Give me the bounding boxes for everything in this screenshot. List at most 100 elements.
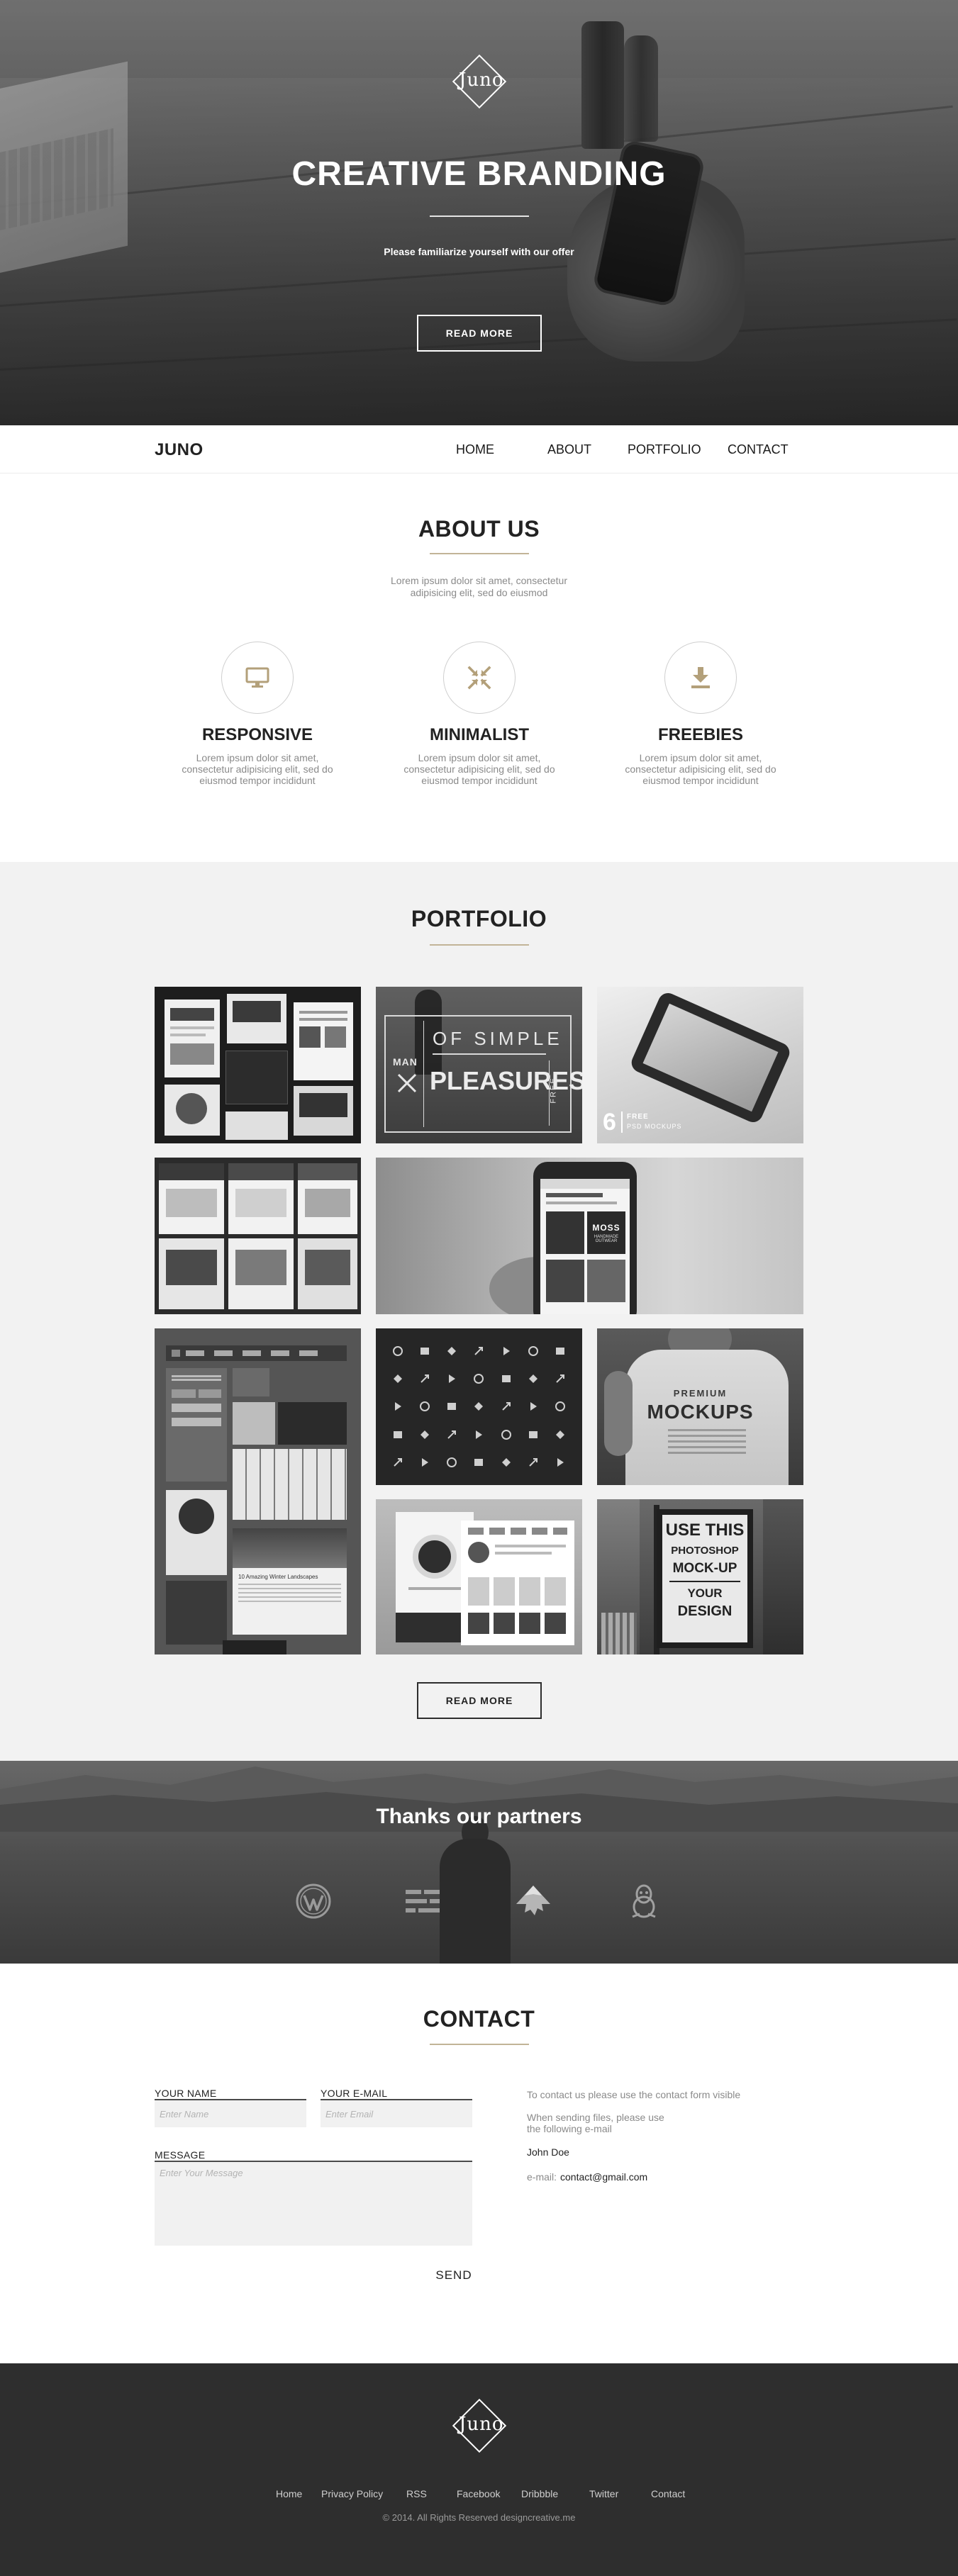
name-input[interactable] xyxy=(155,2100,306,2127)
rew-icon xyxy=(395,1402,402,1411)
portfolio-tile-icon-set[interactable] xyxy=(376,1328,582,1485)
portfolio-tile-poster-mockup[interactable]: USE THIS PHOTOSHOP MOCK-UP YOUR DESIGN xyxy=(597,1499,803,1654)
footer-link-rss[interactable]: RSS xyxy=(406,2488,427,2499)
folder-icon xyxy=(447,1346,457,1355)
portfolio-tile-site-screens[interactable] xyxy=(155,1158,361,1314)
footer-link-contact[interactable]: Contact xyxy=(651,2488,685,2499)
tile-background xyxy=(601,1613,637,1654)
contact-person: John Doe xyxy=(527,2146,569,2158)
ui-kit-element xyxy=(186,1350,328,1356)
pause-icon xyxy=(501,1402,511,1411)
partner-inkscape[interactable] xyxy=(513,1881,553,1921)
ui-kit-element xyxy=(179,1499,214,1534)
portfolio-tile-phone-mockups[interactable]: 6 FREE PSD MOCKUPS xyxy=(597,987,803,1143)
email-input[interactable] xyxy=(321,2100,472,2127)
partner-linux[interactable] xyxy=(624,1881,664,1921)
tile-free-label: FREE xyxy=(627,1113,649,1121)
mockup-page xyxy=(170,1026,214,1029)
ui-kit-element xyxy=(172,1350,180,1357)
ui-kit-element xyxy=(199,1389,221,1398)
folder-icon xyxy=(438,1337,465,1365)
send-button[interactable]: SEND xyxy=(420,2268,488,2283)
partners-person-image xyxy=(440,1839,511,1964)
feature-text: Lorem ipsum dolor sit amet, consectetur … xyxy=(625,752,776,786)
nav-link-about[interactable]: ABOUT xyxy=(547,442,628,457)
portfolio-tile-tshirt-mockup[interactable]: PREMIUM MOCKUPS xyxy=(597,1328,803,1485)
profile-page xyxy=(468,1528,567,1535)
nav-link-contact[interactable]: CONTACT xyxy=(728,442,791,457)
tile-moss-name: MOSS xyxy=(592,1223,620,1233)
hero-read-more-button[interactable]: READ MORE xyxy=(417,315,542,352)
footer-link-home[interactable]: Home xyxy=(276,2488,302,2499)
star-icon xyxy=(420,1374,430,1383)
flag-icon xyxy=(555,1430,564,1439)
feature-icon-circle xyxy=(221,642,294,714)
partner-menu-logo[interactable] xyxy=(403,1881,442,1921)
hero-section: Juno CREATIVE BRANDING Please familiariz… xyxy=(0,0,958,425)
about-intro: Lorem ipsum dolor sit amet, consectetur … xyxy=(391,575,567,598)
portfolio-tile-phone-in-hand[interactable]: MOSS HANDMADE OUTWEAR xyxy=(376,1158,803,1314)
profile-page xyxy=(495,1545,566,1547)
nav-brand[interactable]: JUNO xyxy=(155,440,204,460)
mail-icon xyxy=(449,1374,456,1384)
contact-divider xyxy=(430,2044,529,2045)
tile-phone-screen xyxy=(546,1193,603,1197)
email-label: YOUR E-MAIL xyxy=(321,2088,388,2099)
portfolio-tile-ui-kit[interactable]: 10 Amazing Winter Landscapes xyxy=(155,1328,361,1654)
list-icon xyxy=(411,1421,438,1448)
footer-link-privacy[interactable]: Privacy Policy xyxy=(321,2488,383,2499)
half-icon xyxy=(476,1430,483,1439)
about-title: ABOUT US xyxy=(418,516,540,542)
note-icon xyxy=(394,1374,403,1384)
link-icon xyxy=(528,1345,538,1356)
branch-icon xyxy=(547,1449,574,1477)
partners-title: Thanks our partners xyxy=(376,1805,582,1828)
mockup-page xyxy=(299,1011,347,1014)
contact-email-link[interactable]: contact@gmail.com xyxy=(560,2171,647,2183)
arrow-icon xyxy=(384,1337,411,1365)
footer-link-twitter[interactable]: Twitter xyxy=(589,2488,618,2499)
circle-icon xyxy=(438,1449,465,1477)
tile-man-label: MAN xyxy=(393,1056,418,1068)
nav-link-portfolio[interactable]: PORTFOLIO xyxy=(628,442,728,457)
portfolio-title: PORTFOLIO xyxy=(411,906,547,931)
footer-link-dribbble[interactable]: Dribbble xyxy=(521,2488,558,2499)
mockup-page xyxy=(305,1250,350,1285)
inkscape-icon xyxy=(516,1886,550,1915)
ff-icon xyxy=(438,1393,465,1421)
sliders-icon xyxy=(411,1449,438,1477)
portfolio-tile-web-mockups[interactable] xyxy=(155,987,361,1143)
footer-link-facebook[interactable]: Facebook xyxy=(457,2488,500,2499)
tile-moss-sub: HANDMADE OUTWEAR xyxy=(594,1235,619,1243)
hero-subtitle: Please familiarize yourself with our off… xyxy=(384,246,574,257)
back-icon xyxy=(547,1337,574,1365)
undo-icon xyxy=(501,1429,511,1440)
rect-icon xyxy=(556,1374,564,1383)
heart-icon xyxy=(465,1365,492,1392)
portfolio-tile-simple-pleasures[interactable]: MAN OF SIMPLE PLEASURES FREE xyxy=(376,987,582,1143)
navbar: JUNO HOME ABOUT PORTFOLIO CONTACT xyxy=(0,425,958,474)
message-textarea[interactable] xyxy=(155,2162,472,2246)
chat-icon xyxy=(493,1365,520,1392)
nav-link-home[interactable]: HOME xyxy=(456,442,547,457)
mockup-page xyxy=(235,1250,286,1285)
portfolio-read-more-button[interactable]: READ MORE xyxy=(417,1682,542,1719)
partner-wordpress[interactable] xyxy=(294,1881,333,1921)
expand-icon xyxy=(384,1421,411,1448)
search-icon xyxy=(503,1346,510,1355)
poster-line: DESIGN xyxy=(677,1603,733,1619)
portfolio-tile-profile-ui[interactable] xyxy=(376,1499,582,1654)
flag-icon xyxy=(547,1421,574,1448)
poster-line: USE THIS xyxy=(665,1521,745,1540)
doc-icon xyxy=(465,1337,492,1365)
page: Juno CREATIVE BRANDING Please familiariz… xyxy=(0,0,958,2576)
pin-icon xyxy=(520,1421,547,1448)
contact-info-text: To contact us please use the contact for… xyxy=(527,2089,741,2100)
bell-icon xyxy=(501,1458,511,1467)
feature-title: FREEBIES xyxy=(657,725,744,744)
profile-page xyxy=(468,1542,489,1563)
sun-icon xyxy=(438,1421,465,1448)
ui-kit-element xyxy=(172,1404,221,1412)
profile-page xyxy=(468,1577,567,1606)
portfolio-section: PORTFOLIO MAN OF SIMPLE PLEASURES FREE 6… xyxy=(0,862,958,1761)
